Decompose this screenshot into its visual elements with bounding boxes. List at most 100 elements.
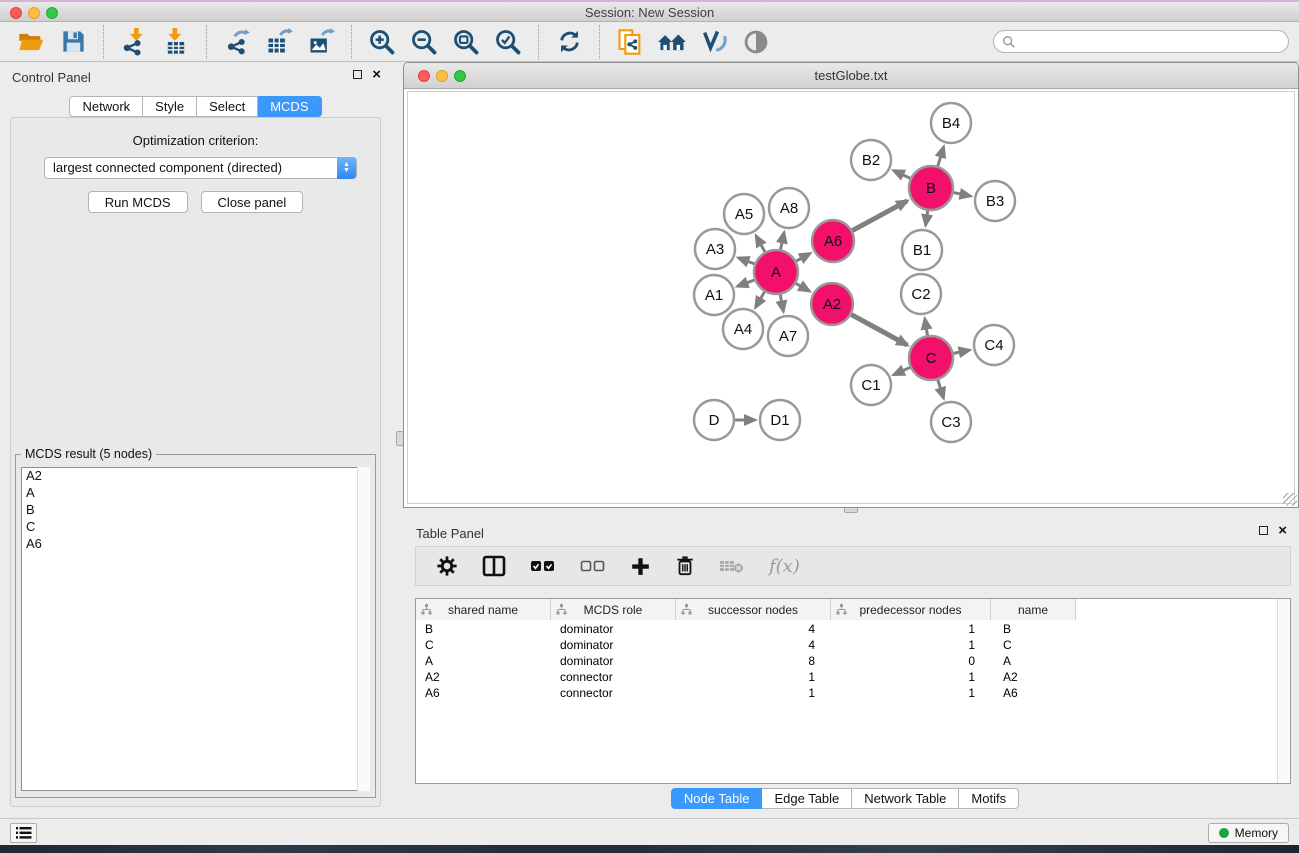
edge-A-A8[interactable] bbox=[781, 232, 784, 249]
result-list-scrollbar[interactable] bbox=[357, 467, 370, 791]
mcds-result-item[interactable]: B bbox=[22, 502, 369, 519]
node-A4[interactable]: A4 bbox=[723, 309, 763, 349]
column-header-name[interactable]: name bbox=[991, 599, 1076, 620]
toggle-graphics-details-icon[interactable] bbox=[699, 27, 729, 57]
birds-eye-view-icon[interactable] bbox=[741, 27, 771, 57]
memory-button[interactable]: Memory bbox=[1208, 823, 1289, 843]
edge-A6-B[interactable] bbox=[852, 201, 907, 231]
node-D1[interactable]: D1 bbox=[760, 400, 800, 440]
deselect-all-checkboxes-icon[interactable] bbox=[580, 557, 606, 575]
zoom-in-icon[interactable] bbox=[367, 27, 397, 57]
column-header-MCDS-role[interactable]: MCDS role bbox=[551, 599, 676, 620]
window-resize-grip[interactable] bbox=[1283, 493, 1297, 506]
node-B4[interactable]: B4 bbox=[931, 103, 971, 143]
export-image-icon[interactable] bbox=[306, 27, 336, 57]
edge-C-C3[interactable] bbox=[938, 380, 944, 398]
tab-motifs[interactable]: Motifs bbox=[959, 788, 1019, 809]
node-B2[interactable]: B2 bbox=[851, 140, 891, 180]
table-row[interactable]: Cdominator41C bbox=[416, 637, 1277, 653]
show-columns-icon[interactable] bbox=[482, 555, 506, 577]
table-row[interactable]: Adominator80A bbox=[416, 653, 1277, 669]
edge-C-C4[interactable] bbox=[954, 350, 970, 353]
export-network-icon[interactable] bbox=[222, 27, 252, 57]
column-header-successor-nodes[interactable]: successor nodes bbox=[676, 599, 831, 620]
criterion-dropdown[interactable]: largest connected component (directed) ▲… bbox=[44, 157, 357, 179]
save-session-icon[interactable] bbox=[58, 27, 88, 57]
node-B[interactable]: B bbox=[909, 166, 953, 210]
network-canvas[interactable]: B4 B2 B B3 A5A8A6 A3 B1 A A1 C2 A2 A4A7 C4 C C1 C3 D D1 bbox=[407, 91, 1295, 504]
select-all-checkboxes-icon[interactable] bbox=[530, 557, 556, 575]
edge-A-A2[interactable] bbox=[796, 283, 809, 291]
edge-A-A6[interactable] bbox=[796, 253, 810, 261]
node-A1[interactable]: A1 bbox=[694, 275, 734, 315]
edge-A-A4[interactable] bbox=[756, 292, 765, 307]
edge-B-B4[interactable] bbox=[938, 147, 944, 166]
mcds-result-item[interactable]: A bbox=[22, 485, 369, 502]
tab-select[interactable]: Select bbox=[197, 96, 258, 117]
column-header-shared-name[interactable]: shared name bbox=[416, 599, 551, 620]
zoom-fit-icon[interactable] bbox=[451, 27, 481, 57]
float-panel-icon[interactable] bbox=[353, 70, 362, 79]
export-table-icon[interactable] bbox=[264, 27, 294, 57]
copy-network-icon[interactable] bbox=[615, 27, 645, 57]
import-table-icon[interactable] bbox=[161, 27, 191, 57]
mcds-result-item[interactable]: C bbox=[22, 519, 369, 536]
table-row[interactable]: A2connector11A2 bbox=[416, 669, 1277, 685]
import-network-icon[interactable] bbox=[119, 27, 149, 57]
node-B3[interactable]: B3 bbox=[975, 181, 1015, 221]
edge-C-C2[interactable] bbox=[925, 319, 928, 336]
node-C4[interactable]: C4 bbox=[974, 325, 1014, 365]
edge-A-A3[interactable] bbox=[738, 258, 754, 264]
table-scrollbar[interactable] bbox=[1277, 599, 1290, 783]
zoom-out-icon[interactable] bbox=[409, 27, 439, 57]
node-C3[interactable]: C3 bbox=[931, 402, 971, 442]
edge-B-B1[interactable] bbox=[926, 211, 928, 225]
node-A6[interactable]: A6 bbox=[812, 220, 854, 262]
node-D[interactable]: D bbox=[694, 400, 734, 440]
edge-C-C1[interactable] bbox=[894, 367, 910, 374]
open-session-icon[interactable] bbox=[16, 27, 46, 57]
tab-mcds[interactable]: MCDS bbox=[258, 96, 321, 117]
close-panel-icon[interactable]: × bbox=[372, 70, 381, 79]
edge-A-A7[interactable] bbox=[780, 295, 783, 312]
tab-node-table[interactable]: Node Table bbox=[671, 788, 763, 809]
table-row[interactable]: A6connector11A6 bbox=[416, 685, 1277, 701]
apply-function-icon[interactable]: f(x) bbox=[769, 556, 800, 577]
float-table-panel-icon[interactable] bbox=[1259, 526, 1268, 535]
node-A[interactable]: A bbox=[754, 250, 798, 294]
edge-A2-C[interactable] bbox=[851, 315, 907, 346]
search-field[interactable] bbox=[993, 30, 1289, 53]
edge-A-A1[interactable] bbox=[737, 280, 754, 286]
network-window-title-bar[interactable]: testGlobe.txt bbox=[404, 63, 1298, 89]
node-A2[interactable]: A2 bbox=[811, 283, 853, 325]
node-C2[interactable]: C2 bbox=[901, 274, 941, 314]
home-view-icon[interactable] bbox=[657, 27, 687, 57]
mcds-result-item[interactable]: A2 bbox=[22, 468, 369, 485]
table-options-gear-icon[interactable] bbox=[436, 555, 458, 577]
node-A3[interactable]: A3 bbox=[695, 229, 735, 269]
tab-network-table[interactable]: Network Table bbox=[852, 788, 959, 809]
node-A8[interactable]: A8 bbox=[769, 188, 809, 228]
mcds-result-item[interactable]: A6 bbox=[22, 536, 369, 553]
add-column-icon[interactable] bbox=[630, 556, 651, 577]
node-C1[interactable]: C1 bbox=[851, 365, 891, 405]
node-B1[interactable]: B1 bbox=[902, 230, 942, 270]
column-header-predecessor-nodes[interactable]: predecessor nodes bbox=[831, 599, 991, 620]
zoom-selected-icon[interactable] bbox=[493, 27, 523, 57]
tab-network[interactable]: Network bbox=[69, 96, 143, 117]
run-mcds-button[interactable]: Run MCDS bbox=[88, 191, 188, 213]
refresh-icon[interactable] bbox=[554, 27, 584, 57]
delete-column-icon[interactable] bbox=[675, 555, 695, 577]
node-A5[interactable]: A5 bbox=[724, 194, 764, 234]
close-table-panel-icon[interactable]: × bbox=[1278, 526, 1287, 535]
node-C[interactable]: C bbox=[909, 336, 953, 380]
search-input[interactable] bbox=[1020, 35, 1288, 49]
close-panel-button[interactable]: Close panel bbox=[201, 191, 304, 213]
task-history-button[interactable] bbox=[10, 823, 37, 843]
edge-B-B3[interactable] bbox=[954, 193, 971, 196]
tab-style[interactable]: Style bbox=[143, 96, 197, 117]
delete-table-icon[interactable] bbox=[719, 557, 745, 575]
tab-edge-table[interactable]: Edge Table bbox=[762, 788, 852, 809]
node-A7[interactable]: A7 bbox=[768, 316, 808, 356]
edge-B-B2[interactable] bbox=[894, 171, 911, 179]
